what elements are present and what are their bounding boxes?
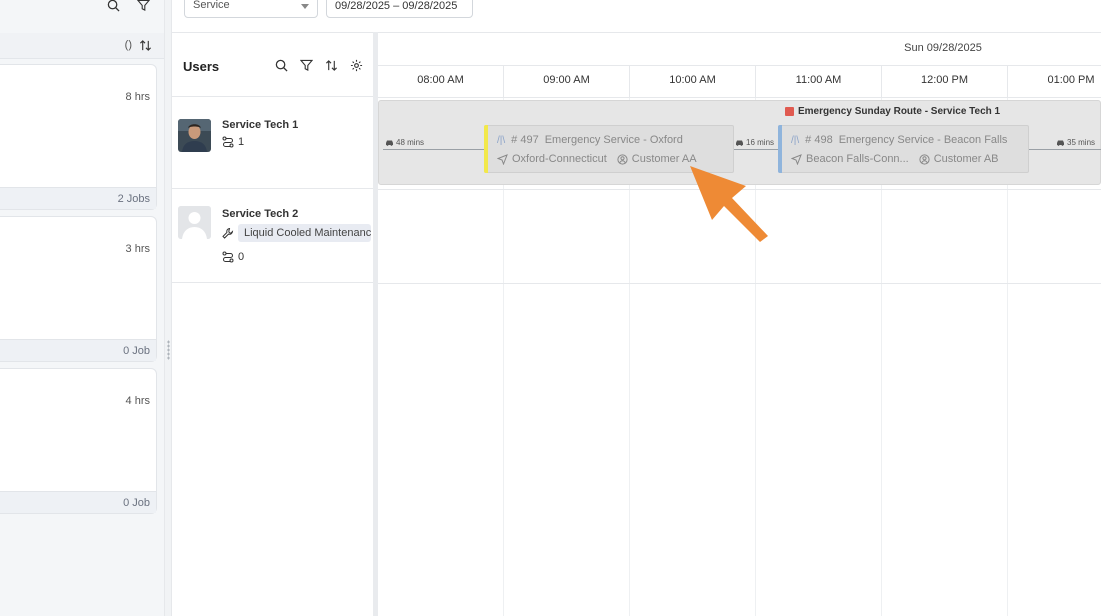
job-summary-card[interactable]: 3 hrs 0 Job — [0, 216, 157, 362]
skill-tag: Liquid Cooled Maintenance — [222, 224, 371, 242]
left-toolbar — [106, 0, 150, 12]
job-title: Emergency Service - Oxford — [544, 134, 683, 146]
avatar — [178, 119, 211, 152]
row-divider — [378, 283, 1101, 284]
date-range-picker[interactable]: 09/28/2025 – 09/28/2025 — [326, 0, 473, 18]
job-type-icon: /|\ — [791, 134, 800, 146]
route-count-value: 1 — [238, 136, 245, 148]
job-accent-bar — [484, 125, 488, 173]
route-count: 0 — [222, 251, 244, 263]
hour-label: 12:00 PM — [882, 66, 1008, 99]
users-panel: Users Service Tech 1 1 Service Tech 2 Li… — [172, 32, 373, 616]
card-footer: 0 Job — [0, 339, 156, 361]
job-location: Beacon Falls-Conn... — [806, 153, 909, 165]
sort-count-label: () — [124, 39, 132, 51]
route-color-swatch — [785, 107, 794, 116]
car-icon — [736, 140, 743, 146]
route-title: Emergency Sunday Route - Service Tech 1 — [785, 106, 1000, 117]
chevron-down-icon — [301, 4, 309, 9]
travel-time-value: 48 mins — [396, 138, 425, 147]
job-number: # 498 — [805, 134, 833, 146]
filter-icon[interactable] — [299, 58, 313, 72]
gear-icon[interactable] — [349, 58, 363, 72]
job-summary-card[interactable]: 4 hrs 0 Job — [0, 368, 157, 514]
user-name: Service Tech 1 — [222, 119, 299, 131]
travel-time-value: 16 mins — [746, 138, 775, 147]
job-card[interactable]: /|\ # 497 Emergency Service - Oxford Oxf… — [484, 125, 734, 173]
travel-line — [734, 149, 779, 150]
service-select[interactable]: Service — [184, 0, 318, 18]
travel-time: 48 mins — [384, 138, 426, 147]
panel-resize-handle[interactable] — [164, 0, 172, 616]
customer-icon — [919, 153, 930, 165]
service-select-value: Service — [193, 0, 230, 11]
timeline: Sun 09/28/2025 08:00 AM 09:00 AM 10:00 A… — [378, 32, 1101, 616]
travel-line — [383, 149, 484, 150]
route-icon — [222, 136, 234, 148]
job-summary-card[interactable]: 8 hrs 2 Jobs — [0, 64, 157, 210]
travel-time: 35 mins — [1055, 138, 1097, 147]
location-arrow-icon — [791, 153, 802, 165]
customer-icon — [617, 153, 628, 165]
sort-icon[interactable] — [324, 58, 338, 72]
job-location: Oxford-Connecticut — [512, 153, 607, 165]
card-jobs: 0 Job — [123, 345, 150, 357]
job-customer: Customer AB — [933, 153, 999, 165]
card-hours: 3 hrs — [125, 243, 150, 255]
job-number: # 497 — [511, 134, 539, 146]
date-range-value: 09/28/2025 – 09/28/2025 — [335, 0, 458, 12]
skill-pill: Liquid Cooled Maintenance — [238, 224, 371, 242]
route-icon — [222, 251, 234, 263]
car-icon — [1057, 140, 1064, 146]
route-band[interactable]: Emergency Sunday Route - Service Tech 1 … — [378, 100, 1101, 185]
card-footer: 0 Job — [0, 491, 156, 513]
left-panel: () 8 hrs 2 Jobs 3 hrs 0 Job 4 hrs 0 Job — [0, 0, 164, 616]
user-name: Service Tech 2 — [222, 208, 299, 220]
card-jobs: 2 Jobs — [117, 193, 150, 205]
hour-label: 10:00 AM — [630, 66, 756, 99]
travel-time: 16 mins — [734, 138, 776, 147]
hour-label: 11:00 AM — [756, 66, 882, 99]
hour-label: 09:00 AM — [504, 66, 630, 99]
left-sort-row: () — [0, 33, 164, 59]
card-jobs: 0 Job — [123, 497, 150, 509]
search-icon[interactable] — [274, 58, 288, 72]
users-title: Users — [183, 59, 220, 74]
car-icon — [386, 140, 393, 146]
hour-label: 08:00 AM — [378, 66, 504, 99]
hour-label: 01:00 PM — [1047, 74, 1095, 86]
travel-line — [1029, 149, 1101, 150]
travel-time-value: 35 mins — [1067, 138, 1096, 147]
location-arrow-icon — [497, 153, 508, 165]
card-hours: 8 hrs — [125, 91, 150, 103]
job-card[interactable]: /|\ # 498 Emergency Service - Beacon Fal… — [778, 125, 1029, 173]
dispatch-board: () 8 hrs 2 Jobs 3 hrs 0 Job 4 hrs 0 Job … — [0, 0, 1101, 616]
filter-icon[interactable] — [136, 0, 150, 12]
day-label: Sun 09/28/2025 — [904, 42, 982, 54]
user-row[interactable]: Service Tech 1 1 — [172, 97, 373, 189]
card-footer: 2 Jobs — [0, 187, 156, 209]
search-icon[interactable] — [106, 0, 120, 12]
wrench-icon — [222, 227, 234, 239]
user-row[interactable]: Service Tech 2 Liquid Cooled Maintenance… — [172, 189, 373, 283]
sort-icon[interactable] — [138, 38, 152, 52]
job-type-icon: /|\ — [497, 134, 506, 146]
job-title: Emergency Service - Beacon Falls — [838, 134, 1008, 146]
hours-row: 08:00 AM 09:00 AM 10:00 AM 11:00 AM 12:0… — [378, 65, 1101, 99]
row-divider — [378, 189, 1101, 190]
job-accent-bar — [778, 125, 782, 173]
drag-grip-icon — [167, 340, 170, 360]
route-title-text: Emergency Sunday Route - Service Tech 1 — [798, 106, 1001, 117]
route-count-value: 0 — [238, 251, 245, 263]
card-hours: 4 hrs — [125, 395, 150, 407]
route-count: 1 — [222, 136, 244, 148]
avatar — [178, 206, 211, 239]
users-header: Users — [172, 32, 373, 97]
job-customer: Customer AA — [631, 153, 697, 165]
